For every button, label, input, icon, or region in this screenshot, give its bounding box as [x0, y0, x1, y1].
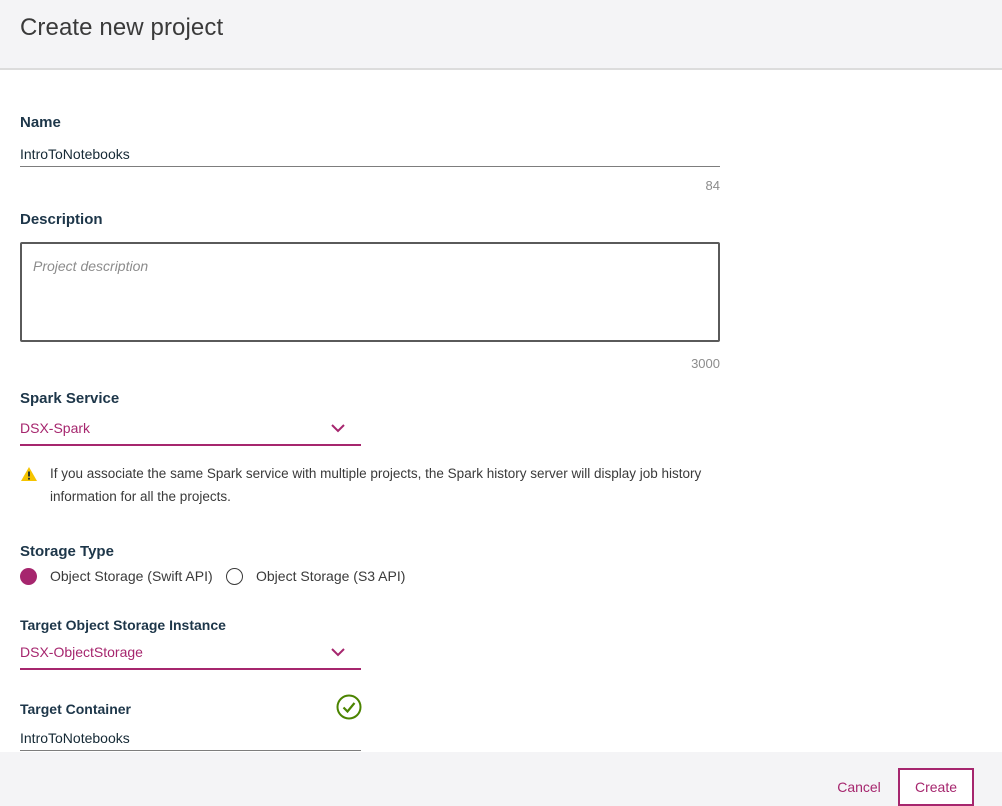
- radio-swift-api[interactable]: Object Storage (Swift API): [20, 566, 220, 588]
- dialog-title: Create new project: [20, 14, 224, 41]
- target-container-input[interactable]: [20, 725, 361, 751]
- name-input[interactable]: [20, 141, 720, 167]
- cancel-button[interactable]: Cancel: [826, 777, 892, 797]
- radio-s3-api[interactable]: Object Storage (S3 API): [226, 566, 416, 588]
- dialog-footer: Cancel Create: [0, 752, 1002, 806]
- dialog-header: Create new project: [0, 0, 1002, 70]
- create-button[interactable]: Create: [898, 768, 974, 806]
- radio-swift-api-label: Object Storage (Swift API): [50, 568, 213, 584]
- description-textarea[interactable]: [20, 242, 720, 342]
- warning-icon: [21, 467, 37, 481]
- chevron-down-icon: [331, 648, 345, 657]
- description-char-counter: 3000: [691, 356, 720, 371]
- chevron-down-icon: [331, 424, 345, 433]
- target-instance-value: DSX-ObjectStorage: [20, 644, 143, 660]
- name-label: Name: [20, 114, 61, 131]
- name-char-counter: 84: [705, 178, 720, 193]
- storage-type-label: Storage Type: [20, 543, 114, 560]
- spark-service-value: DSX-Spark: [20, 420, 91, 436]
- spark-service-label: Spark Service: [20, 390, 120, 407]
- description-label: Description: [20, 211, 103, 228]
- target-instance-select[interactable]: DSX-ObjectStorage: [20, 644, 361, 670]
- radio-s3-api-label: Object Storage (S3 API): [256, 568, 406, 584]
- check-circle-icon: [336, 694, 362, 720]
- radio-checked-indicator: [20, 568, 37, 585]
- target-container-label: Target Container: [20, 701, 131, 717]
- radio-unchecked-indicator: [226, 568, 243, 585]
- target-instance-label: Target Object Storage Instance: [20, 617, 226, 633]
- spark-warning-text: If you associate the same Spark service …: [50, 466, 702, 504]
- spark-service-select[interactable]: DSX-Spark: [20, 420, 361, 446]
